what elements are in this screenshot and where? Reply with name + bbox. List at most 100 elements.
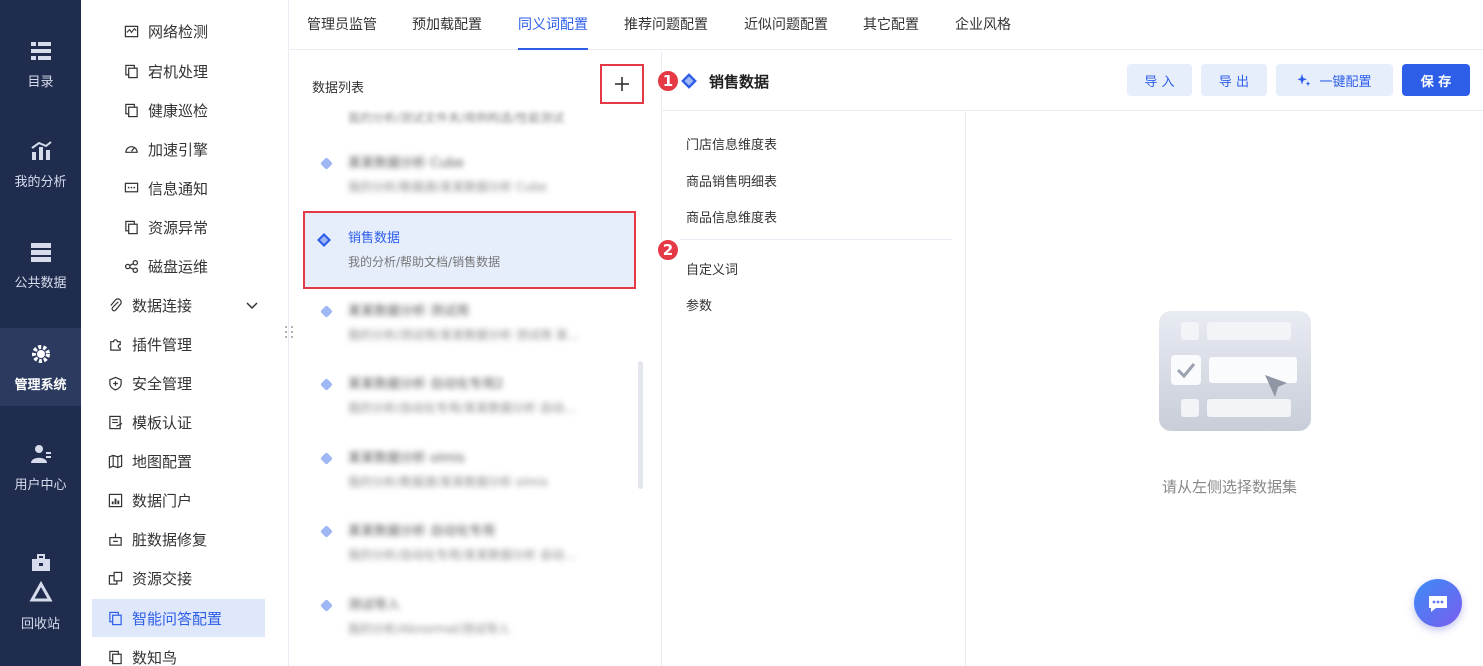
menu-item-health-check[interactable]: 健康巡检 (81, 91, 289, 129)
dataset-path: 我的分析/数据源/某某数据分析 Cube (348, 180, 547, 194)
dataset-icon (320, 305, 333, 318)
chevron-down-icon[interactable] (245, 298, 259, 312)
map-icon (107, 453, 123, 469)
menu-item-accelerate[interactable]: 加速引擎 (81, 130, 289, 168)
dataset-path: 我的分析/自动化专用/某某数据分析 自动... (348, 548, 576, 562)
parameters-item[interactable]: 参数 (686, 295, 712, 314)
table-item[interactable]: 商品信息维度表 (686, 207, 777, 226)
menu-item-label: 智能问答配置 (132, 609, 223, 628)
chat-assistant-button[interactable] (1414, 579, 1462, 627)
document-icon (123, 63, 139, 79)
menu-item-dirty-data-repair[interactable]: 脏数据修复 (81, 520, 289, 558)
table-list: 门店信息维度表 商品销售明细表 商品信息维度表 自定义词 参数 (662, 111, 966, 666)
tab-other-config[interactable]: 其它配置 (863, 0, 919, 50)
list-item[interactable]: 某某数据分析 olmis 我的分析/数据源/某某数据分析 olmis (304, 432, 634, 508)
tab-recommend-config[interactable]: 推荐问题配置 (624, 0, 708, 50)
tab-admin-supervision[interactable]: 管理员监管 (307, 0, 377, 50)
rail-item-label: 用户中心 (14, 477, 67, 493)
tab-similar-config[interactable]: 近似问题配置 (744, 0, 828, 50)
list-item[interactable]: 测试导入 我的分析/Abnormal/测试导入 (304, 579, 634, 655)
save-button[interactable]: 保 存 (1402, 64, 1470, 96)
left-rail: 目录 我的分析 公共数据 管理系统 用户中心 回收站 (0, 0, 81, 666)
menu-item-data-connection[interactable]: 数据连接 (81, 286, 289, 324)
dataset-icon (681, 73, 697, 89)
menu-item-security[interactable]: 安全管理 (81, 364, 289, 402)
divider (680, 239, 952, 240)
import-button[interactable]: 导 入 (1127, 64, 1192, 96)
analysis-icon (30, 140, 52, 160)
document-icon (123, 102, 139, 118)
message-icon (123, 180, 139, 196)
list-item[interactable]: 某某数据分析 测试用 我的分析/测试用/某某数据分析 测试用 某... (304, 285, 634, 361)
rail-item-label: 我的分析 (14, 174, 67, 190)
rail-item-public-data[interactable]: 公共数据 (0, 226, 81, 304)
dataset-path: 我的分析/自动化专用/某某数据分析 自动... (348, 401, 576, 415)
menu-item-label: 资源异常 (148, 218, 209, 237)
menu-item-label: 加速引擎 (148, 140, 209, 159)
dataset-path: 我的分析/数据源/某某数据分析 olmis (348, 475, 548, 489)
menu-item-label: 数据门户 (132, 491, 193, 510)
menu-item-smart-qa-config[interactable]: 智能问答配置 (92, 599, 265, 637)
rail-item-label: 目录 (27, 74, 54, 90)
share-icon (123, 258, 139, 274)
menu-item-resource-handover[interactable]: 资源交接 (81, 559, 289, 597)
menu-item-notifications[interactable]: 信息通知 (81, 169, 289, 207)
menu-item-label: 数知鸟 (132, 648, 178, 666)
shield-icon (107, 375, 123, 391)
tab-preload-config[interactable]: 预加载配置 (412, 0, 482, 50)
add-dataset-button[interactable] (600, 64, 644, 104)
table-item[interactable]: 门店信息维度表 (686, 134, 777, 153)
plus-icon (615, 77, 629, 91)
menu-item-label: 安全管理 (132, 374, 193, 393)
public-data-icon (30, 242, 51, 262)
data-list-title: 数据列表 (312, 81, 365, 96)
list-item[interactable]: 某某数据分析 自动化专用2 我的分析/自动化专用/某某数据分析 自动... (304, 358, 634, 434)
rail-item-catalog[interactable]: 目录 (0, 25, 81, 103)
tab-enterprise-style[interactable]: 企业风格 (955, 0, 1011, 50)
menu-item-label: 信息通知 (148, 179, 209, 198)
menu-item-downtime[interactable]: 宕机处理 (81, 52, 289, 90)
menu-item-shuzhiniao[interactable]: 数知鸟 (81, 638, 289, 666)
menu-item-template-cert[interactable]: 模板认证 (81, 403, 289, 441)
chat-bubble-icon (1429, 596, 1447, 612)
one-click-config-button[interactable]: 一键配置 (1276, 64, 1393, 96)
admin-menu: 网络检测 宕机处理 健康巡检 加速引擎 信息通知 资源异常 磁盘运维 数据连接 … (81, 0, 289, 666)
menu-item-map-config[interactable]: 地图配置 (81, 442, 289, 480)
tab-synonym-config[interactable]: 同义词配置 (518, 0, 588, 50)
menu-item-disk-ops[interactable]: 磁盘运维 (81, 247, 289, 285)
portal-icon (107, 492, 123, 508)
menu-item-label: 插件管理 (132, 335, 193, 354)
table-item[interactable]: 商品销售明细表 (686, 171, 777, 190)
rail-item-admin-system[interactable]: 管理系统 (0, 328, 81, 406)
menu-item-plugins[interactable]: 插件管理 (81, 325, 289, 363)
rail-item-recycle[interactable]: 回收站 (0, 536, 81, 646)
sparkle-icon (1297, 74, 1311, 87)
dataset-icon (320, 525, 333, 538)
list-item[interactable]: 某某数据分析 Cube 我的分析/数据源/某某数据分析 Cube (304, 137, 634, 213)
menu-item-resource-abnormal[interactable]: 资源异常 (81, 208, 289, 246)
dataset-path: 我的分析/测试用/某某数据分析 测试用 某... (348, 328, 580, 342)
rail-item-my-analysis[interactable]: 我的分析 (0, 125, 81, 203)
menu-item-data-portal[interactable]: 数据门户 (81, 481, 289, 519)
dataset-name: 某某数据分析 测试用 (348, 304, 470, 319)
export-button[interactable]: 导 出 (1201, 64, 1267, 96)
custom-words-item[interactable]: 自定义词 (686, 259, 738, 278)
menu-item-label: 模板认证 (132, 413, 193, 432)
list-item[interactable]: 某某数据分析 自动化专用 我的分析/自动化专用/某某数据分析 自动... (304, 505, 634, 581)
detail-header: 销售数据 导 入 导 出 一键配置 保 存 (662, 51, 1483, 111)
catalog-icon (30, 41, 51, 60)
dataset-icon (320, 378, 333, 391)
document-icon (123, 219, 139, 235)
dataset-name: 某某数据分析 自动化专用 (348, 524, 496, 539)
data-list-panel: 数据列表 我的分析/测试文件夹/用例构造/性能测试 某某数据分析 Cube 我的… (290, 51, 662, 666)
menu-item-label: 地图配置 (132, 452, 193, 471)
gear-icon (31, 344, 50, 363)
menu-item-label: 健康巡检 (148, 101, 209, 120)
menu-item-network-check[interactable]: 网络检测 (81, 12, 289, 50)
repair-icon (107, 531, 123, 547)
network-check-icon (123, 23, 139, 39)
recycle-icon (28, 580, 53, 601)
rail-item-user-center[interactable]: 用户中心 (0, 428, 81, 506)
list-scrollbar[interactable] (638, 361, 643, 489)
selection-highlight (303, 211, 636, 289)
